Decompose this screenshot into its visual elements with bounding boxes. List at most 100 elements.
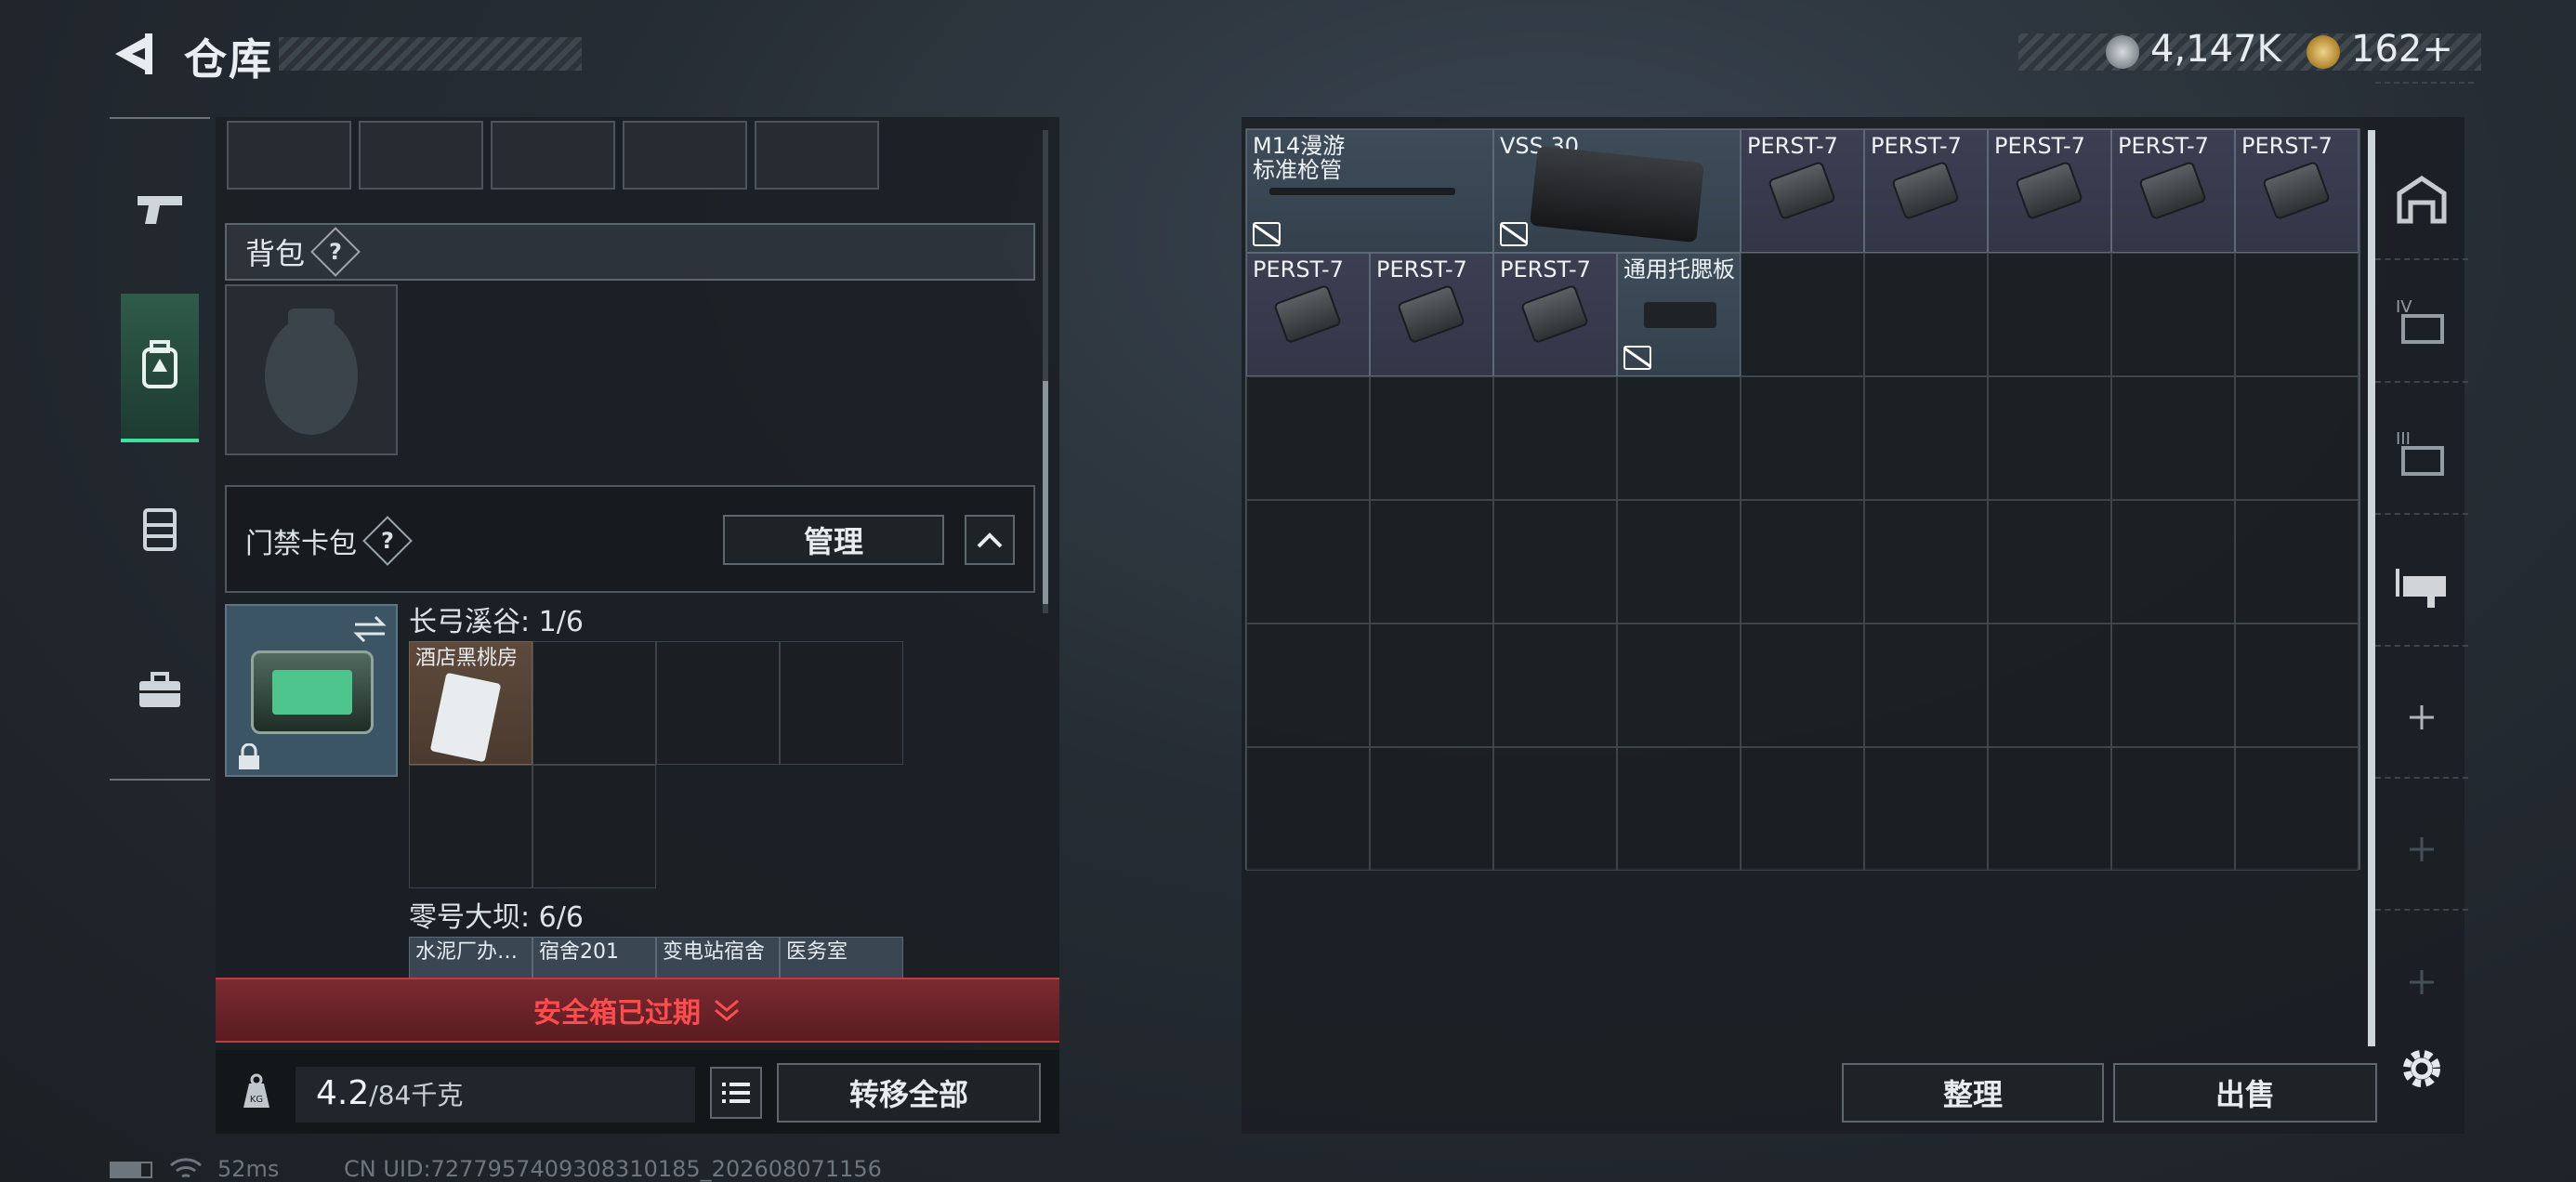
stash-cell[interactable] xyxy=(1864,747,1988,871)
stash-tab-active[interactable] xyxy=(2375,526,2468,647)
stash-cell[interactable] xyxy=(1988,624,2111,747)
stash-tab-iii[interactable]: III xyxy=(2375,394,2468,515)
keycard-slot[interactable] xyxy=(780,641,903,765)
stash-cell[interactable] xyxy=(1864,500,1988,624)
keycard-case[interactable] xyxy=(225,604,398,777)
stash-item[interactable]: PERST-7 xyxy=(1246,253,1370,376)
keycard-slot[interactable] xyxy=(656,641,780,765)
stash-cell[interactable] xyxy=(1493,624,1617,747)
perst-device-image xyxy=(2262,160,2331,221)
stash-cell[interactable] xyxy=(1741,624,1864,747)
stash-cell[interactable] xyxy=(2111,747,2235,871)
manage-button[interactable]: 管理 xyxy=(723,515,944,565)
stash-cell[interactable] xyxy=(1617,624,1741,747)
map2-label: 零号大坝: 6/6 xyxy=(409,901,584,934)
nav-weapon[interactable] xyxy=(115,158,204,260)
transfer-all-button[interactable]: 转移全部 xyxy=(777,1063,1041,1123)
stash-cell[interactable] xyxy=(1864,624,1988,747)
stash-cell[interactable] xyxy=(1617,747,1741,871)
stash-cell[interactable] xyxy=(1864,376,1988,500)
add-tab-button[interactable] xyxy=(2375,790,2468,911)
stash-cell[interactable] xyxy=(2111,500,2235,624)
stash-cell[interactable] xyxy=(1370,376,1493,500)
stash-tab-iv[interactable]: IV xyxy=(2375,262,2468,383)
keycard-item[interactable]: 水泥厂办… xyxy=(409,937,532,978)
collapse-button[interactable] xyxy=(965,515,1015,565)
silver-coin-icon xyxy=(2106,35,2139,69)
nav-rig[interactable] xyxy=(115,478,204,580)
chevron-up-icon xyxy=(977,532,1003,548)
add-tab-button[interactable] xyxy=(2375,922,2468,1043)
safe-box-expired-banner[interactable]: 安全箱已过期 xyxy=(216,978,1059,1043)
keycard-item[interactable]: 变电站宿舍 xyxy=(656,937,780,978)
stash-cell[interactable] xyxy=(2235,624,2359,747)
stash-cell[interactable] xyxy=(1493,747,1617,871)
stash-cell[interactable] xyxy=(1370,500,1493,624)
stash-cell[interactable] xyxy=(1617,500,1741,624)
help-icon[interactable]: ? xyxy=(362,516,413,566)
keycard-item[interactable]: 医务室 xyxy=(780,937,903,978)
equip-slot[interactable] xyxy=(359,121,483,190)
stash-cell[interactable] xyxy=(1493,376,1617,500)
nav-backpack[interactable] xyxy=(121,294,199,442)
sell-button[interactable]: 出售 xyxy=(2113,1063,2377,1123)
stash-cell[interactable] xyxy=(1246,500,1370,624)
stash-item[interactable]: PERST-7 xyxy=(1864,129,1988,253)
keycard-item[interactable]: 酒店黑桃房 xyxy=(409,641,532,765)
stash-item[interactable]: VSS 30 xyxy=(1493,129,1741,253)
equip-slot[interactable] xyxy=(623,121,747,190)
list-view-button[interactable] xyxy=(710,1067,762,1119)
stash-cell[interactable] xyxy=(1246,747,1370,871)
keycard-slot[interactable] xyxy=(532,765,656,888)
stash-cell[interactable] xyxy=(2111,376,2235,500)
stash-cell[interactable] xyxy=(2235,500,2359,624)
stash-cell[interactable] xyxy=(1741,253,1864,376)
stash-cell[interactable] xyxy=(2111,624,2235,747)
stash-item[interactable]: M14漫游 标准枪管 xyxy=(1246,129,1493,253)
swap-icon[interactable] xyxy=(351,613,388,645)
stash-item[interactable]: PERST-7 xyxy=(2235,129,2359,253)
stash-cell[interactable] xyxy=(1493,500,1617,624)
stash-cell[interactable] xyxy=(2235,747,2359,871)
nav-case[interactable] xyxy=(115,639,204,742)
keycard-slot[interactable] xyxy=(532,641,656,765)
gold-currency[interactable]: 162+ xyxy=(2351,28,2453,71)
stash-cell[interactable] xyxy=(1246,376,1370,500)
back-button[interactable] xyxy=(108,28,160,80)
stash-item[interactable]: PERST-7 xyxy=(2111,129,2235,253)
stash-cell[interactable] xyxy=(1741,500,1864,624)
stash-cell[interactable] xyxy=(1741,747,1864,871)
add-tab-button[interactable] xyxy=(2375,658,2468,779)
stash-item[interactable]: PERST-7 xyxy=(1370,253,1493,376)
scrollbar[interactable] xyxy=(1043,130,1048,613)
stash-cell[interactable] xyxy=(2235,253,2359,376)
stash-cell[interactable] xyxy=(1370,624,1493,747)
keycard-item[interactable]: 宿舍201 xyxy=(532,937,656,978)
stash-cell[interactable] xyxy=(1864,253,1988,376)
stash-cell[interactable] xyxy=(1246,624,1370,747)
keycard-slot[interactable] xyxy=(409,765,532,888)
stash-cell[interactable] xyxy=(2235,376,2359,500)
stash-cell[interactable] xyxy=(1617,376,1741,500)
stash-cell[interactable] xyxy=(1370,747,1493,871)
stash-scrollbar[interactable] xyxy=(2368,130,2375,1046)
equip-slot[interactable] xyxy=(227,121,351,190)
settings-button[interactable] xyxy=(2396,1043,2448,1095)
backpack-slot[interactable] xyxy=(225,284,398,455)
stash-cell[interactable] xyxy=(2111,253,2235,376)
stash-item[interactable]: PERST-7 xyxy=(1741,129,1864,253)
stash-tab-main[interactable] xyxy=(2375,139,2468,260)
stash-cell[interactable] xyxy=(1988,500,2111,624)
stash-cell[interactable] xyxy=(1741,376,1864,500)
stash-item[interactable]: 通用托腮板 xyxy=(1617,253,1741,376)
stash-item[interactable]: PERST-7 xyxy=(1493,253,1617,376)
equip-slot[interactable] xyxy=(491,121,615,190)
stash-item[interactable]: PERST-7 xyxy=(1988,129,2111,253)
backpack-header: 背包 ? xyxy=(225,223,1035,281)
equip-slot[interactable] xyxy=(755,121,879,190)
sort-button[interactable]: 整理 xyxy=(1842,1063,2104,1123)
help-icon[interactable]: ? xyxy=(310,227,361,277)
stash-cell[interactable] xyxy=(1988,747,2111,871)
stash-cell[interactable] xyxy=(1988,376,2111,500)
stash-cell[interactable] xyxy=(1988,253,2111,376)
